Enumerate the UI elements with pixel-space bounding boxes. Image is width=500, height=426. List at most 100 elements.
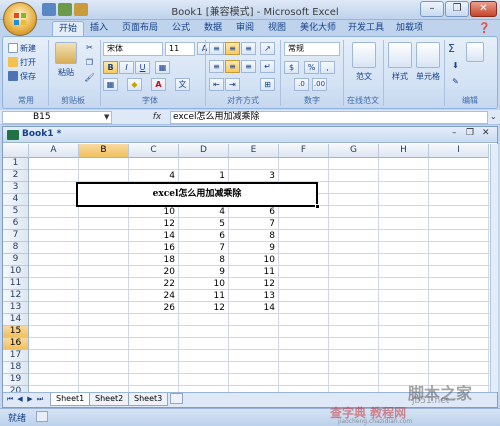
decrease-decimal-icon[interactable]: .00 bbox=[312, 78, 327, 91]
tab-home[interactable]: 开始 bbox=[52, 21, 85, 37]
save-qat-icon[interactable] bbox=[42, 3, 56, 16]
column-header-e[interactable]: E bbox=[229, 144, 279, 158]
select-all-corner[interactable] bbox=[3, 144, 29, 158]
vertical-scrollbar[interactable] bbox=[490, 144, 498, 392]
column-header-a[interactable]: A bbox=[29, 144, 79, 158]
format-painter-icon[interactable]: 🖌 bbox=[82, 72, 97, 85]
first-sheet-icon[interactable]: ⏮ bbox=[6, 395, 14, 404]
prev-sheet-icon[interactable]: ◀ bbox=[16, 395, 24, 404]
bold-button[interactable]: B bbox=[103, 61, 118, 74]
borders-button[interactable]: ▦ bbox=[103, 78, 118, 91]
cells-button[interactable]: 单元格 bbox=[414, 42, 442, 82]
underline-button[interactable]: U bbox=[135, 61, 150, 74]
align-center-icon[interactable]: ≡ bbox=[225, 60, 240, 73]
cell-c9[interactable]: 18 bbox=[129, 254, 179, 266]
name-box[interactable]: B15 bbox=[2, 111, 112, 124]
row-header-5[interactable]: 5 bbox=[3, 206, 29, 218]
increase-indent-icon[interactable]: ⇥ bbox=[225, 78, 240, 91]
tab-data[interactable]: 数据 bbox=[198, 21, 228, 37]
cell-d9[interactable]: 8 bbox=[179, 254, 229, 266]
align-bottom-icon[interactable]: ≡ bbox=[241, 42, 256, 55]
merge-center-icon[interactable]: ⊞ bbox=[260, 78, 275, 91]
tab-view[interactable]: 视图 bbox=[262, 21, 292, 37]
font-color-button[interactable]: A bbox=[151, 78, 166, 91]
office-button[interactable] bbox=[3, 2, 37, 36]
fill-icon[interactable]: ⬇ bbox=[448, 60, 463, 73]
last-sheet-icon[interactable]: ⏭ bbox=[36, 395, 44, 404]
cell-e5[interactable]: 6 bbox=[229, 206, 279, 218]
font-name-dropdown[interactable]: 宋体 bbox=[103, 42, 163, 56]
column-header-b[interactable]: B bbox=[79, 144, 129, 158]
row-header-2[interactable]: 2 bbox=[3, 170, 29, 182]
row-header-14[interactable]: 14 bbox=[3, 314, 29, 326]
copy-icon[interactable]: ❐ bbox=[82, 57, 97, 70]
cell-c11[interactable]: 22 bbox=[129, 278, 179, 290]
cell-c8[interactable]: 16 bbox=[129, 242, 179, 254]
row-header-6[interactable]: 6 bbox=[3, 218, 29, 230]
border-icon[interactable]: ▦ bbox=[155, 61, 170, 74]
currency-icon[interactable]: $ bbox=[284, 61, 299, 74]
cell-d8[interactable]: 7 bbox=[179, 242, 229, 254]
autosum-button[interactable]: Σ bbox=[448, 42, 455, 56]
cell-d13[interactable]: 12 bbox=[179, 302, 229, 314]
cell-e8[interactable]: 9 bbox=[229, 242, 279, 254]
cell-d11[interactable]: 10 bbox=[179, 278, 229, 290]
cut-icon[interactable]: ✂ bbox=[82, 42, 97, 55]
cell-d12[interactable]: 11 bbox=[179, 290, 229, 302]
align-middle-icon[interactable]: ≡ bbox=[225, 42, 240, 55]
new-button[interactable]: 新建 bbox=[8, 42, 36, 56]
column-header-d[interactable]: D bbox=[179, 144, 229, 158]
percent-button[interactable]: % bbox=[304, 61, 319, 74]
expand-formula-icon[interactable]: ⌄ bbox=[490, 112, 497, 121]
cell-e6[interactable]: 7 bbox=[229, 218, 279, 230]
column-header-g[interactable]: G bbox=[329, 144, 379, 158]
next-sheet-icon[interactable]: ▶ bbox=[26, 395, 34, 404]
row-header-4[interactable]: 4 bbox=[3, 194, 29, 206]
redo-qat-icon[interactable] bbox=[74, 3, 88, 16]
cell-e9[interactable]: 10 bbox=[229, 254, 279, 266]
cell-e7[interactable]: 8 bbox=[229, 230, 279, 242]
row-header-11[interactable]: 11 bbox=[3, 278, 29, 290]
formula-input[interactable]: excel怎么用加减乘除 bbox=[170, 111, 488, 124]
cell-c2[interactable]: 4 bbox=[129, 170, 179, 182]
italic-button[interactable]: I bbox=[119, 61, 134, 74]
cell-e11[interactable]: 12 bbox=[229, 278, 279, 290]
wb-minimize-icon[interactable]: – bbox=[452, 128, 457, 138]
cell-d6[interactable]: 5 bbox=[179, 218, 229, 230]
row-header-1[interactable]: 1 bbox=[3, 158, 29, 170]
close-button[interactable]: ✕ bbox=[470, 1, 497, 17]
clear-icon[interactable]: ✎ bbox=[448, 76, 463, 89]
wb-restore-icon[interactable]: ❐ bbox=[466, 128, 474, 138]
tab-beautify[interactable]: 美化大师 bbox=[294, 21, 342, 37]
wrap-text-icon[interactable]: ↵ bbox=[260, 60, 275, 73]
cell-d2[interactable]: 1 bbox=[179, 170, 229, 182]
tab-page-layout[interactable]: 页面布局 bbox=[116, 21, 164, 37]
row-header-17[interactable]: 17 bbox=[3, 350, 29, 362]
row-header-10[interactable]: 10 bbox=[3, 266, 29, 278]
wb-close-icon[interactable]: ✕ bbox=[482, 128, 490, 138]
row-header-8[interactable]: 8 bbox=[3, 242, 29, 254]
row-header-9[interactable]: 9 bbox=[3, 254, 29, 266]
orientation-icon[interactable]: ↗ bbox=[260, 42, 275, 55]
increase-decimal-icon[interactable]: .0 bbox=[294, 78, 309, 91]
fill-handle[interactable] bbox=[315, 204, 320, 209]
column-header-c[interactable]: C bbox=[129, 144, 179, 158]
macro-record-icon[interactable] bbox=[36, 411, 48, 422]
tab-review[interactable]: 审阅 bbox=[230, 21, 260, 37]
row-header-7[interactable]: 7 bbox=[3, 230, 29, 242]
cell-d7[interactable]: 6 bbox=[179, 230, 229, 242]
cell-c13[interactable]: 26 bbox=[129, 302, 179, 314]
cell-e13[interactable]: 14 bbox=[229, 302, 279, 314]
cell-c12[interactable]: 24 bbox=[129, 290, 179, 302]
tab-addins[interactable]: 加载项 bbox=[390, 21, 429, 37]
merged-title-cell[interactable]: excel怎么用加减乘除 bbox=[76, 182, 318, 207]
cell-d10[interactable]: 9 bbox=[179, 266, 229, 278]
column-header-h[interactable]: H bbox=[379, 144, 429, 158]
row-header-19[interactable]: 19 bbox=[3, 374, 29, 386]
decrease-indent-icon[interactable]: ⇤ bbox=[209, 78, 224, 91]
help-icon[interactable]: ❓ bbox=[478, 23, 492, 35]
sort-filter-button[interactable] bbox=[462, 42, 488, 65]
column-header-f[interactable]: F bbox=[279, 144, 329, 158]
row-header-12[interactable]: 12 bbox=[3, 290, 29, 302]
comma-button[interactable]: , bbox=[320, 61, 335, 74]
